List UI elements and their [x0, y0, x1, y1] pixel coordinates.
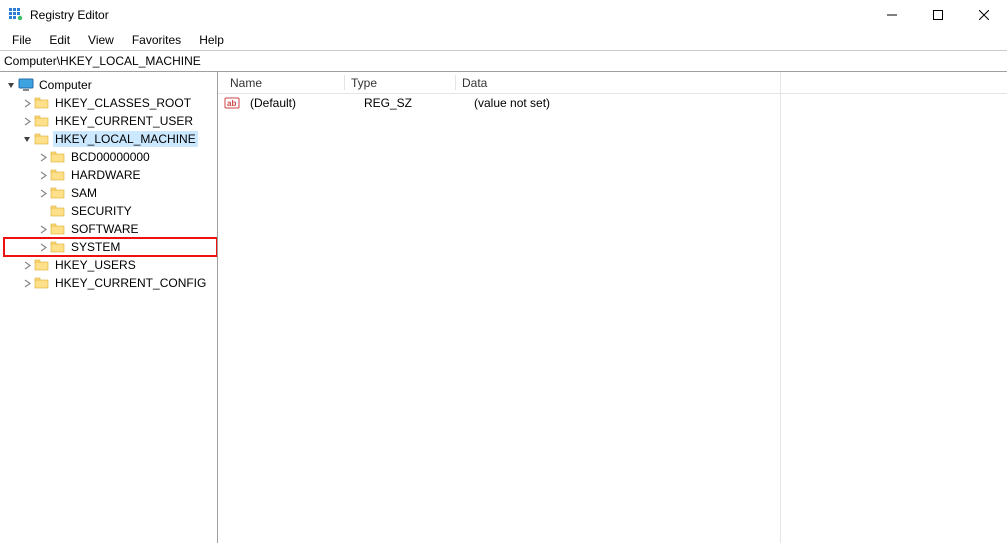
- tree-node-sam[interactable]: SAM: [4, 184, 217, 202]
- chevron-down-icon[interactable]: [20, 132, 34, 146]
- tree-node-computer[interactable]: Computer: [4, 76, 217, 94]
- tree-node-label: Computer: [37, 77, 94, 93]
- folder-icon: [50, 221, 66, 237]
- chevron-right-icon[interactable]: [20, 276, 34, 290]
- tree-node-label: HKEY_CURRENT_USER: [53, 113, 195, 129]
- menu-file[interactable]: File: [4, 31, 39, 49]
- list-row[interactable]: ab (Default) REG_SZ (value not set): [218, 94, 1007, 112]
- maximize-button[interactable]: [915, 0, 961, 29]
- tree-node-label: HARDWARE: [69, 167, 143, 183]
- tree-node-bcd[interactable]: BCD00000000: [4, 148, 217, 166]
- tree-node-system[interactable]: SYSTEM: [4, 238, 217, 256]
- tree-node-label: SOFTWARE: [69, 221, 141, 237]
- folder-icon: [34, 113, 50, 129]
- menu-view[interactable]: View: [80, 31, 122, 49]
- chevron-right-icon[interactable]: [20, 96, 34, 110]
- menu-edit[interactable]: Edit: [41, 31, 78, 49]
- menu-help[interactable]: Help: [191, 31, 232, 49]
- folder-icon: [50, 149, 66, 165]
- chevron-right-icon[interactable]: [36, 168, 50, 182]
- chevron-right-icon[interactable]: [20, 258, 34, 272]
- svg-text:ab: ab: [227, 99, 236, 108]
- folder-icon: [34, 95, 50, 111]
- chevron-right-icon[interactable]: [36, 222, 50, 236]
- column-header-data[interactable]: Data: [456, 74, 1007, 92]
- chevron-right-icon[interactable]: [36, 240, 50, 254]
- cell-name: (Default): [244, 96, 358, 110]
- close-button[interactable]: [961, 0, 1007, 29]
- tree-node-label: SECURITY: [69, 203, 134, 219]
- folder-icon: [50, 203, 66, 219]
- address-bar: [0, 50, 1007, 72]
- tree-node-hkcr[interactable]: HKEY_CLASSES_ROOT: [4, 94, 217, 112]
- list-view[interactable]: Name Type Data ab (Default) REG_SZ (valu…: [218, 72, 1007, 543]
- address-input[interactable]: [4, 54, 1003, 68]
- tree-node-label: HKEY_LOCAL_MACHINE: [53, 131, 198, 147]
- chevron-right-icon[interactable]: [20, 114, 34, 128]
- list-header: Name Type Data: [218, 72, 1007, 94]
- tree-node-hku[interactable]: HKEY_USERS: [4, 256, 217, 274]
- tree-node-label: SAM: [69, 185, 99, 201]
- window-title: Registry Editor: [30, 8, 109, 22]
- tree-view[interactable]: Computer HKEY_CLASSES_ROOT HKEY_CURRENT_…: [0, 72, 218, 543]
- folder-icon: [34, 257, 50, 273]
- chevron-right-icon[interactable]: [36, 186, 50, 200]
- tree-node-label: HKEY_CURRENT_CONFIG: [53, 275, 208, 291]
- chevron-down-icon[interactable]: [4, 78, 18, 92]
- tree-node-software[interactable]: SOFTWARE: [4, 220, 217, 238]
- column-divider: [780, 72, 781, 543]
- column-header-type[interactable]: Type: [345, 74, 455, 92]
- tree-node-label: SYSTEM: [69, 239, 122, 255]
- tree-node-hkcu[interactable]: HKEY_CURRENT_USER: [4, 112, 217, 130]
- tree-node-label: BCD00000000: [69, 149, 152, 165]
- tree-node-hardware[interactable]: HARDWARE: [4, 166, 217, 184]
- string-value-icon: ab: [224, 95, 240, 111]
- chevron-right-icon[interactable]: [36, 150, 50, 164]
- column-header-name[interactable]: Name: [224, 74, 344, 92]
- tree-node-hkcc[interactable]: HKEY_CURRENT_CONFIG: [4, 274, 217, 292]
- folder-icon: [34, 131, 50, 147]
- folder-icon: [50, 185, 66, 201]
- menu-bar: File Edit View Favorites Help: [0, 30, 1007, 50]
- folder-icon: [34, 275, 50, 291]
- app-icon: [8, 7, 24, 23]
- computer-icon: [18, 77, 34, 93]
- folder-icon: [50, 167, 66, 183]
- cell-data: (value not set): [468, 96, 1007, 110]
- minimize-button[interactable]: [869, 0, 915, 29]
- tree-node-security[interactable]: SECURITY: [4, 202, 217, 220]
- cell-type: REG_SZ: [358, 96, 468, 110]
- tree-node-label: HKEY_CLASSES_ROOT: [53, 95, 193, 111]
- tree-node-label: HKEY_USERS: [53, 257, 138, 273]
- tree-node-hklm[interactable]: HKEY_LOCAL_MACHINE: [4, 130, 217, 148]
- expander-none: [36, 204, 50, 218]
- window-controls: [869, 0, 1007, 29]
- menu-favorites[interactable]: Favorites: [124, 31, 189, 49]
- folder-icon: [50, 239, 66, 255]
- title-bar: Registry Editor: [0, 0, 1007, 30]
